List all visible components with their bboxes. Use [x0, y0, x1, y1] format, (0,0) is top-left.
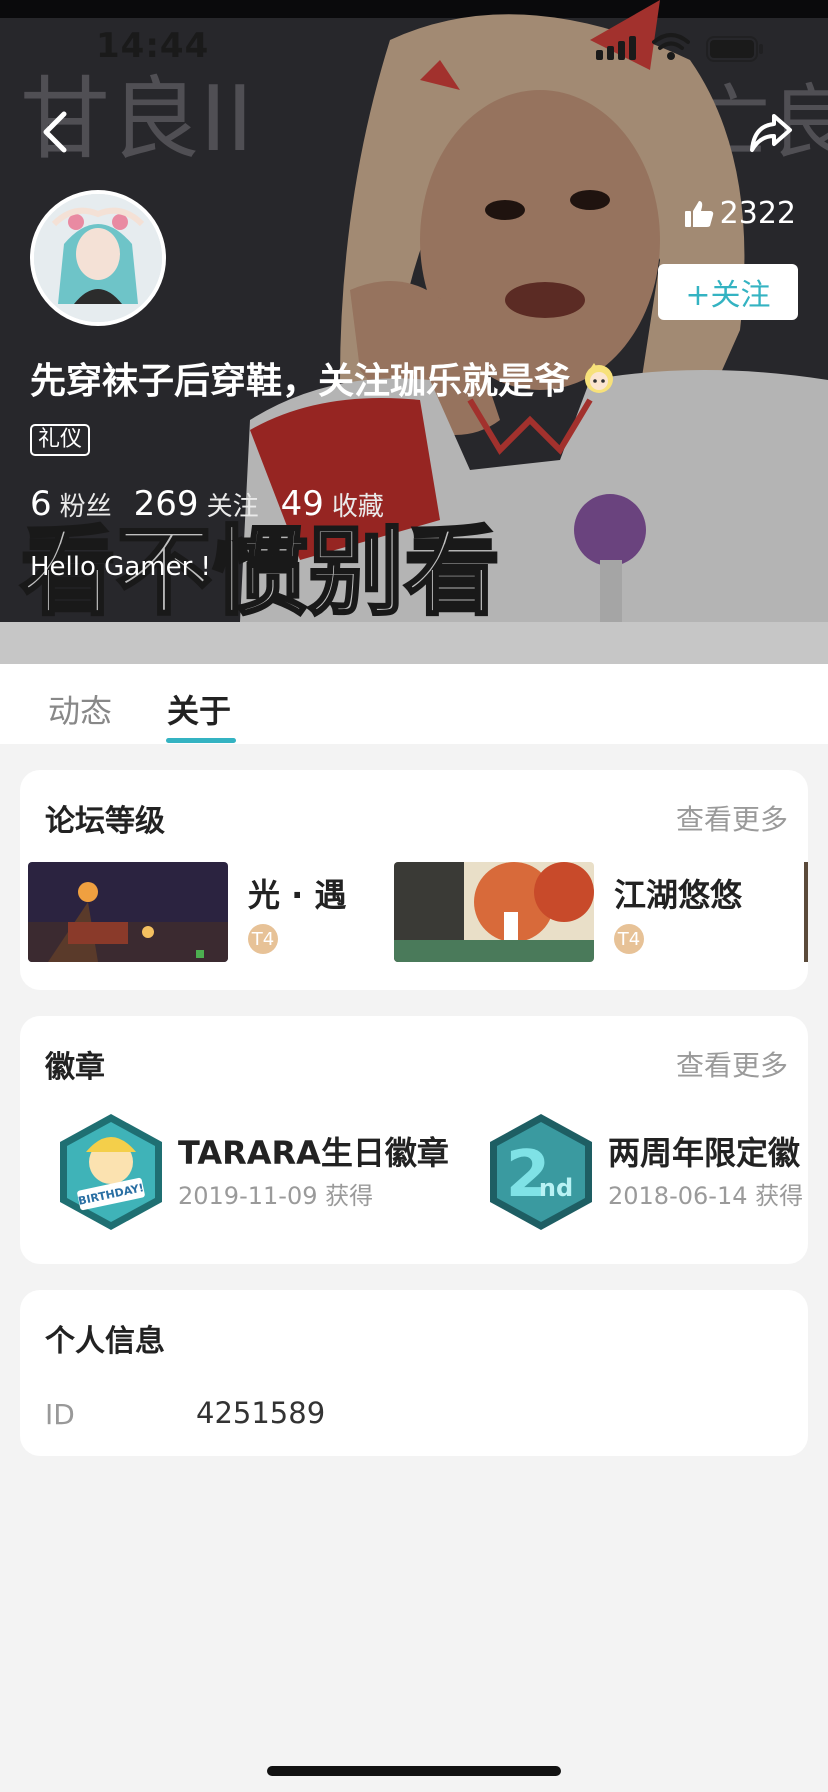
id-label: ID — [45, 1398, 75, 1431]
share-icon[interactable] — [748, 110, 794, 154]
badge-name: TARARA生日徽章 — [178, 1134, 449, 1172]
avatar[interactable] — [30, 190, 166, 326]
fans-count[interactable]: 6 — [30, 484, 52, 524]
forum-level-card: 论坛等级 查看更多 光 · 遇 T4 江湖悠悠 T4 — [20, 770, 808, 990]
user-tag: 礼仪 — [30, 424, 91, 456]
badge-title: 徽章 — [45, 1050, 105, 1085]
home-indicator[interactable] — [267, 1766, 561, 1776]
thumbs-up-icon — [684, 200, 713, 227]
badge-date: 2018-06-14 获得 — [608, 1182, 804, 1210]
id-value: 4251589 — [196, 1396, 326, 1430]
tab-dynamic[interactable]: 动态 — [48, 686, 112, 732]
status-bar: 14:44 — [0, 0, 828, 96]
personal-info-title: 个人信息 — [45, 1324, 165, 1359]
back-icon[interactable] — [36, 108, 76, 156]
like-count[interactable]: 2322 — [684, 196, 796, 231]
following-count[interactable]: 269 — [134, 484, 199, 524]
badge-name: 两周年限定徽 — [608, 1134, 801, 1172]
tab-about[interactable]: 关于 — [167, 686, 231, 732]
follow-button[interactable]: +关注 — [658, 264, 798, 320]
status-time: 14:44 — [96, 26, 210, 66]
personal-info-card: 个人信息 ID 4251589 — [20, 1290, 808, 1456]
fans-label[interactable]: 粉丝 — [60, 486, 112, 523]
forum-next-peek — [804, 862, 808, 962]
avatar-image — [34, 194, 162, 322]
username: 先穿袜子后穿鞋，关注珈乐就是爷 — [30, 352, 616, 404]
forum-name: 光 · 遇 — [248, 876, 347, 914]
avatar-emoji-icon — [585, 363, 614, 393]
active-tab-indicator — [166, 738, 236, 743]
badge-item[interactable]: 2 nd 两周年限定徽 2018-06-14 获得 — [486, 1112, 808, 1232]
svg-text:nd: nd — [539, 1174, 573, 1202]
badge-date: 2019-11-09 获得 — [178, 1182, 374, 1210]
cellular-signal-icon — [596, 36, 636, 60]
profile-cover: 甘良II 亡良 看不惯别看 14:44 2322 +关注 先穿袜子后穿鞋，关注珈… — [0, 0, 828, 622]
forum-item[interactable]: 江湖悠悠 T4 — [394, 862, 774, 962]
birthday-badge-icon: BIRTHDAY! — [60, 1114, 162, 1230]
forum-thumbnail — [394, 862, 594, 962]
battery-icon — [706, 36, 763, 62]
forum-level-badge: T4 — [614, 924, 644, 954]
profile-tabs: 动态 关于 — [0, 664, 828, 744]
favorites-label[interactable]: 收藏 — [332, 486, 384, 523]
favorites-count[interactable]: 49 — [281, 484, 324, 524]
forum-more-link[interactable]: 查看更多 — [676, 798, 788, 838]
user-bio: Hello Gamer ! — [30, 552, 211, 582]
like-count-value: 2322 — [719, 196, 796, 231]
cover-footer-band — [0, 622, 828, 664]
forum-thumbnail — [28, 862, 228, 962]
following-label[interactable]: 关注 — [207, 486, 259, 523]
forum-level-title: 论坛等级 — [45, 804, 165, 839]
forum-name: 江湖悠悠 — [614, 876, 743, 914]
badge-item[interactable]: BIRTHDAY! TARARA生日徽章 2019-11-09 获得 — [56, 1112, 456, 1232]
wifi-icon — [652, 33, 690, 60]
badge-more-link[interactable]: 查看更多 — [676, 1044, 788, 1084]
username-text: 先穿袜子后穿鞋，关注珈乐就是爷 — [30, 361, 571, 402]
profile-stats: 6 粉丝 269 关注 49 收藏 — [30, 484, 406, 524]
badge-card: 徽章 查看更多 BIRTHDAY! TARARA生日徽章 2019-11-09 … — [20, 1016, 808, 1264]
forum-item[interactable]: 光 · 遇 T4 — [28, 862, 368, 962]
anniversary-badge-icon: 2 nd — [490, 1114, 592, 1230]
forum-level-badge: T4 — [248, 924, 278, 954]
